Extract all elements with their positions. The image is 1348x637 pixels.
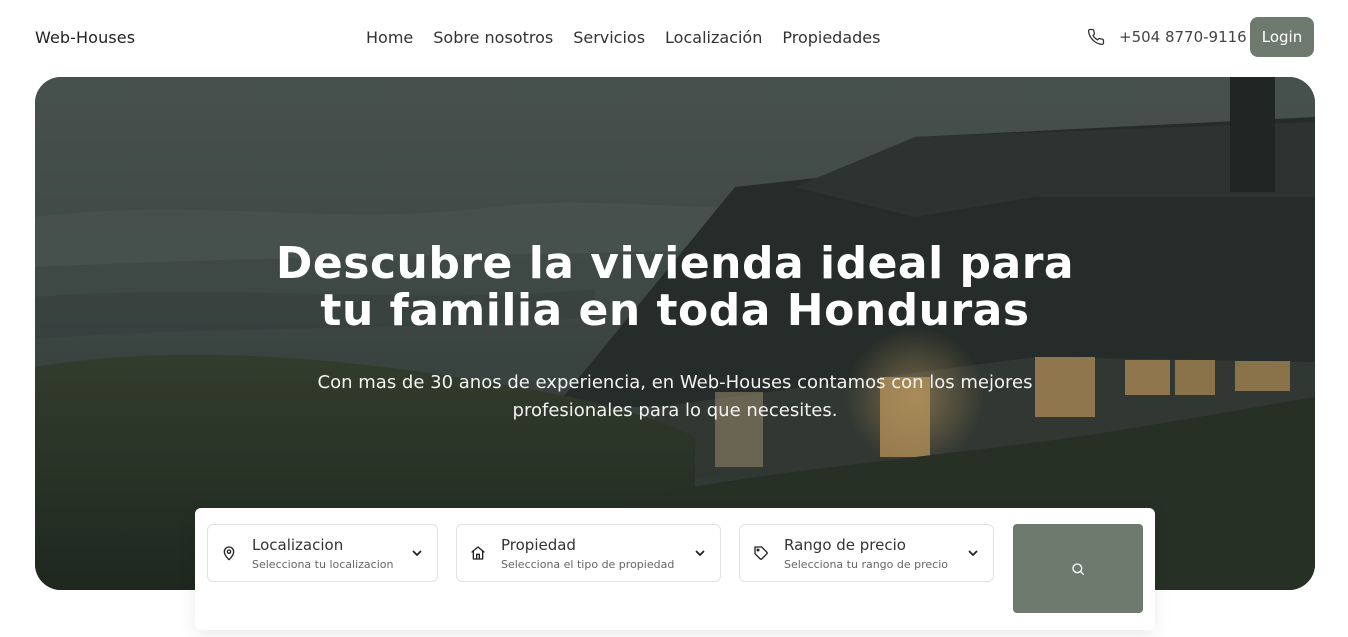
hero-subtitle: Con mas de 30 anos de experiencia, en We… — [275, 369, 1075, 425]
property-search-panel: Localizacion Selecciona tu localizacion … — [195, 508, 1155, 630]
hero-title-line-1: Descubre la vivienda ideal para — [275, 238, 1075, 289]
map-pin-icon — [221, 545, 237, 561]
location-hint: Selecciona tu localizacion — [252, 558, 394, 571]
nav-link-servicios[interactable]: Servicios — [573, 28, 645, 47]
location-select[interactable]: Localizacion Selecciona tu localizacion — [207, 524, 438, 582]
nav-link-propiedades[interactable]: Propiedades — [782, 28, 880, 47]
phone-number: +504 8770-9116 — [1119, 28, 1247, 46]
house-icon — [470, 545, 486, 561]
location-label: Localizacion — [252, 536, 344, 554]
search-icon — [1072, 563, 1084, 575]
login-button[interactable]: Login — [1250, 17, 1314, 57]
price-tag-icon — [753, 545, 769, 561]
site-header: Web-Houses Home Sobre nosotros Servicios… — [0, 0, 1348, 76]
chevron-down-icon — [411, 547, 423, 559]
nav-link-sobre-nosotros[interactable]: Sobre nosotros — [433, 28, 553, 47]
search-button[interactable] — [1013, 524, 1143, 613]
main-nav: Home Sobre nosotros Servicios Localizaci… — [366, 28, 880, 47]
hero-subtitle-line-2: profesionales para lo que necesites. — [512, 400, 838, 421]
property-type-label: Propiedad — [501, 536, 576, 554]
hero-subtitle-line-1: Con mas de 30 anos de experiencia, en We… — [317, 372, 1033, 393]
hero-title: Descubre la vivienda ideal para tu famil… — [35, 240, 1315, 334]
price-range-hint: Selecciona tu rango de precio — [784, 558, 949, 571]
chevron-down-icon — [967, 547, 979, 559]
property-type-select[interactable]: Propiedad Selecciona el tipo de propieda… — [456, 524, 721, 582]
price-range-label: Rango de precio — [784, 536, 906, 554]
price-range-select[interactable]: Rango de precio Selecciona tu rango de p… — [739, 524, 994, 582]
phone-contact[interactable]: +504 8770-9116 — [1087, 28, 1247, 46]
chevron-down-icon — [694, 547, 706, 559]
phone-icon — [1087, 28, 1105, 46]
nav-link-home[interactable]: Home — [366, 28, 413, 47]
property-type-hint: Selecciona el tipo de propiedad — [501, 558, 675, 571]
hero-title-line-2: tu familia en toda Honduras — [320, 285, 1030, 336]
nav-link-localizacion[interactable]: Localización — [665, 28, 762, 47]
brand-logo[interactable]: Web-Houses — [35, 28, 135, 47]
